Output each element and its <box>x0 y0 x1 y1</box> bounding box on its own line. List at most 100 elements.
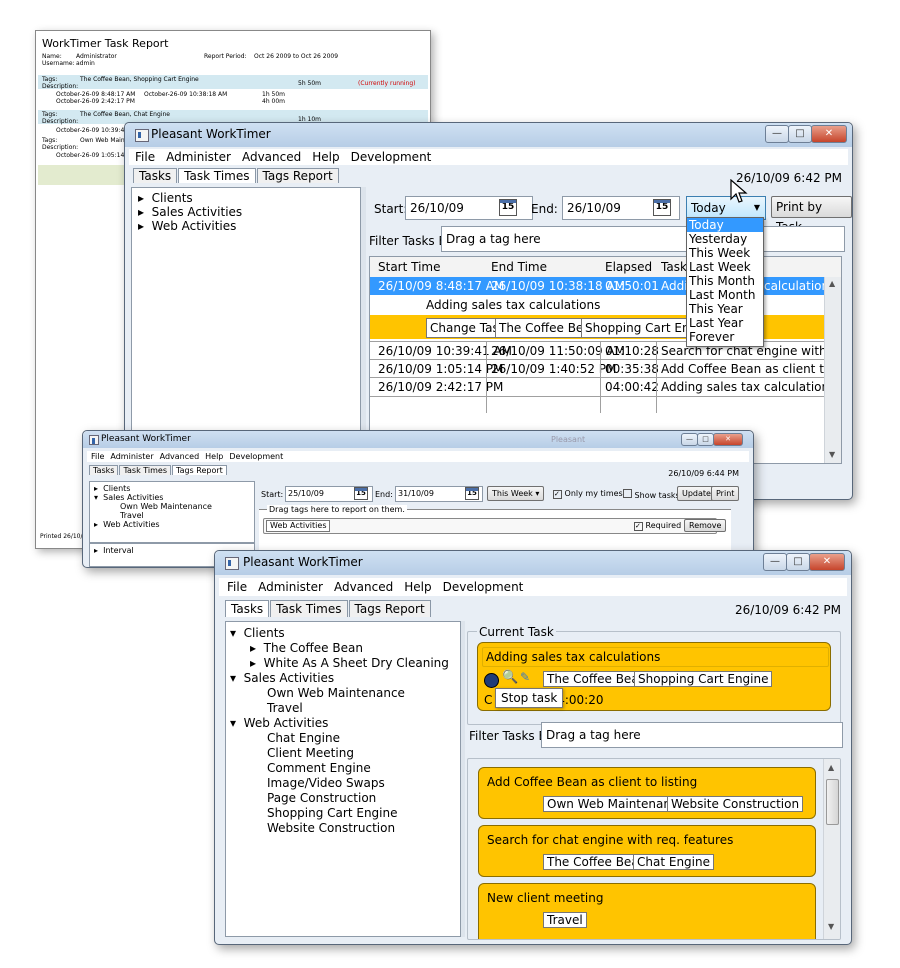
maximize-button[interactable]: □ <box>788 125 812 143</box>
close-button[interactable]: ✕ <box>809 553 845 571</box>
tree-item[interactable]: Own Web Maintenance <box>267 686 405 700</box>
expand-arrow-icon[interactable]: ▸ <box>250 641 256 655</box>
tree-item[interactable]: ▸ The Coffee Bean <box>250 641 363 655</box>
dropdown-option[interactable]: This Month <box>687 274 763 288</box>
stop-task-icon[interactable] <box>484 673 499 688</box>
checkbox-checked-icon[interactable]: ✓ <box>553 490 562 499</box>
dropdown-option[interactable]: Forever <box>687 330 763 344</box>
task-card[interactable]: Add Coffee Bean as client to listing Own… <box>478 767 816 819</box>
checkbox-icon[interactable] <box>623 489 632 498</box>
tag[interactable]: Shopping Cart Engine <box>634 671 773 687</box>
collapse-arrow-icon[interactable]: ▾ <box>230 671 236 685</box>
menu-help[interactable]: Help <box>404 580 431 594</box>
remove-button[interactable]: Remove <box>684 519 727 532</box>
tree-item-clients[interactable]: ▾ Clients <box>230 626 285 640</box>
tree-item[interactable]: Comment Engine <box>267 761 371 775</box>
task-card[interactable]: New client meeting Travel <box>478 883 816 939</box>
tree-item-web[interactable]: ▸ Web Activities <box>94 520 160 529</box>
tree-item-sales[interactable]: ▾ Sales Activities <box>94 493 163 502</box>
calendar-icon[interactable]: 15 <box>354 487 368 500</box>
close-button[interactable]: ✕ <box>713 433 743 446</box>
menu-advanced[interactable]: Advanced <box>160 452 200 461</box>
column-end-time[interactable]: End Time <box>491 257 547 277</box>
minimize-button[interactable]: — <box>765 125 789 143</box>
scroll-up-icon[interactable]: ▲ <box>829 279 835 288</box>
scroll-down-icon[interactable]: ▼ <box>828 922 834 931</box>
tag[interactable]: Website Construction <box>667 796 804 812</box>
tree-item-web[interactable]: ▸ Web Activities <box>138 219 236 233</box>
expand-arrow-icon[interactable]: ▸ <box>138 205 144 219</box>
dropdown-option[interactable]: Today <box>687 218 763 232</box>
calendar-icon[interactable]: 15 <box>499 199 517 216</box>
scroll-down-icon[interactable]: ▼ <box>829 450 835 459</box>
menu-administer[interactable]: Administer <box>258 580 323 594</box>
menu-help[interactable]: Help <box>205 452 223 461</box>
menu-development[interactable]: Development <box>443 580 524 594</box>
table-row[interactable]: 26/10/09 1:05:14 PM 26/10/09 1:40:52 PM … <box>370 359 841 378</box>
tab-tags-report[interactable]: Tags Report <box>172 465 227 475</box>
calendar-icon[interactable]: 15 <box>465 487 479 500</box>
tab-task-times[interactable]: Task Times <box>270 600 348 617</box>
tree-item[interactable]: ▸ White As A Sheet Dry Cleaning <box>250 656 449 670</box>
tab-tasks[interactable]: Tasks <box>89 465 119 475</box>
tab-task-times[interactable]: Task Times <box>119 465 171 475</box>
vertical-scrollbar[interactable]: ▲ ▼ <box>824 277 841 463</box>
tree-item[interactable]: Travel <box>267 701 303 715</box>
maximize-button[interactable]: □ <box>697 433 714 446</box>
scroll-thumb[interactable] <box>826 779 839 825</box>
minimize-button[interactable]: — <box>763 553 787 571</box>
minimize-button[interactable]: — <box>681 433 698 446</box>
pencil-icon[interactable]: ✎ <box>520 670 530 684</box>
dropdown-option[interactable]: Last Year <box>687 316 763 330</box>
search-icon[interactable]: 🔍 <box>502 670 518 685</box>
tree-item-sales[interactable]: ▸ Sales Activities <box>138 205 242 219</box>
tag[interactable]: Web Activities <box>266 520 331 532</box>
tree-item[interactable]: Image/Video Swaps <box>267 776 385 790</box>
tag[interactable]: Chat Engine <box>633 854 714 870</box>
tree-item-clients[interactable]: ▸ Clients <box>94 484 130 493</box>
task-card[interactable]: Search for chat engine with req. feature… <box>478 825 816 877</box>
title-bar[interactable]: Pleasant WorkTimer Pleasant — □ ✕ <box>83 431 753 448</box>
table-row[interactable]: 26/10/09 2:42:17 PM 04:00:42 Adding sale… <box>370 377 841 397</box>
tree-item[interactable]: Page Construction <box>267 791 376 805</box>
menu-advanced[interactable]: Advanced <box>334 580 393 594</box>
tab-tasks[interactable]: Tasks <box>133 168 178 183</box>
collapse-arrow-icon[interactable]: ▾ <box>230 626 236 640</box>
filter-input[interactable]: Drag a tag here <box>541 722 843 748</box>
menu-development[interactable]: Development <box>229 452 283 461</box>
print-by-task-button[interactable]: Print by Task <box>771 196 852 234</box>
show-tasks-checkbox[interactable]: Show tasks <box>623 489 680 500</box>
menu-file[interactable]: File <box>227 580 247 594</box>
table-row[interactable]: 26/10/09 8:48:17 AM 26/10/09 10:38:18 AM… <box>370 277 841 295</box>
expand-arrow-icon[interactable]: ▸ <box>138 219 144 233</box>
current-task-desc-field[interactable]: Adding sales tax calculations <box>482 647 829 667</box>
tree-item[interactable]: Travel <box>120 511 144 520</box>
checkbox-checked-icon[interactable]: ✓ <box>634 522 643 531</box>
table-row[interactable]: 26/10/09 10:39:41 AM 26/10/09 11:50:09 A… <box>370 341 841 360</box>
menu-administer[interactable]: Administer <box>166 150 231 164</box>
title-bar[interactable]: Pleasant WorkTimer — □ ✕ <box>215 551 851 575</box>
splitter[interactable] <box>461 621 465 937</box>
tree-item-sales[interactable]: ▾ Sales Activities <box>230 671 334 685</box>
collapse-arrow-icon[interactable]: ▾ <box>230 716 236 730</box>
range-select[interactable]: This Week ▾ <box>487 486 545 501</box>
tree-item[interactable]: Shopping Cart Engine <box>267 806 397 820</box>
tree-item-clients[interactable]: ▸ Clients <box>138 191 193 205</box>
menu-development[interactable]: Development <box>351 150 432 164</box>
tab-tags-report[interactable]: Tags Report <box>256 168 339 183</box>
close-button[interactable]: ✕ <box>811 125 847 143</box>
column-elapsed[interactable]: Elapsed <box>605 257 652 277</box>
expand-arrow-icon[interactable]: ▸ <box>250 656 256 670</box>
dropdown-option[interactable]: Last Month <box>687 288 763 302</box>
column-task[interactable]: Task <box>661 257 687 277</box>
column-start-time[interactable]: Start Time <box>378 257 441 277</box>
menu-administer[interactable]: Administer <box>110 452 153 461</box>
tree-item[interactable]: Own Web Maintenance <box>120 502 212 511</box>
tab-task-times[interactable]: Task Times <box>178 168 256 183</box>
tree-item-interval[interactable]: ▸ Interval <box>94 546 134 555</box>
dropdown-option[interactable]: This Year <box>687 302 763 316</box>
expand-arrow-icon[interactable]: ▸ <box>138 191 144 205</box>
menu-help[interactable]: Help <box>312 150 339 164</box>
dropdown-option[interactable]: Yesterday <box>687 232 763 246</box>
required-checkbox[interactable]: ✓ Required <box>634 521 681 531</box>
